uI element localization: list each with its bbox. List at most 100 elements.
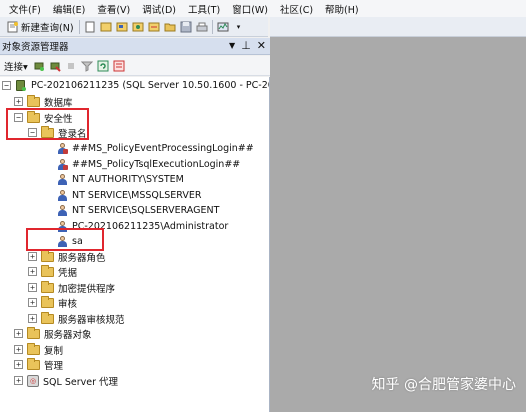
folder-icon	[27, 326, 40, 339]
expand-icon[interactable]: +	[14, 360, 23, 370]
login-icon	[57, 142, 68, 155]
tree-node-management[interactable]: + 管理	[14, 357, 63, 373]
menu-edit[interactable]: 编辑(E)	[47, 2, 91, 16]
expand-icon[interactable]: +	[28, 298, 37, 308]
tree-node-login[interactable]: ##MS_PolicyEventProcessingLogin##	[57, 141, 254, 157]
menu-tools[interactable]: 工具(T)	[182, 2, 226, 16]
sql-agent-icon: ◎	[27, 374, 39, 387]
highlight-box-security	[6, 108, 89, 140]
login-label: NT SERVICE\MSSQLSERVER	[72, 190, 202, 202]
stop-icon[interactable]	[64, 59, 78, 72]
folder-icon	[27, 342, 40, 355]
login-label: NT AUTHORITY\SYSTEM	[72, 174, 184, 186]
login-label: NT SERVICE\SQLSERVERAGENT	[72, 205, 220, 217]
folder-icon	[41, 295, 54, 308]
tree-node-login[interactable]: NT AUTHORITY\SYSTEM	[57, 172, 184, 188]
tree-node-replication[interactable]: + 复制	[14, 342, 63, 358]
highlight-box-sa	[26, 228, 104, 251]
close-icon[interactable]: ✕	[257, 39, 266, 52]
login-icon	[57, 204, 68, 217]
toolbar-separator	[78, 19, 80, 34]
server-label: PC-202106211235 (SQL Server 10.50.1600 -…	[31, 80, 269, 92]
object-explorer-title-bar: 对象资源管理器 ▼ ⊥ ✕	[0, 38, 270, 55]
folder-icon	[41, 264, 54, 277]
folder-icon	[41, 249, 54, 262]
refresh-icon[interactable]	[96, 59, 110, 72]
dropdown-arrow-icon[interactable]: ▼	[229, 41, 235, 52]
server-icon	[15, 79, 27, 92]
expand-icon[interactable]: +	[14, 376, 23, 386]
menu-window[interactable]: 窗口(W)	[226, 2, 274, 16]
folder-icon	[27, 94, 40, 107]
folder-icon	[41, 280, 54, 293]
crypto-providers-label: 加密提供程序	[58, 283, 116, 295]
tree-node-credentials[interactable]: + 凭据	[28, 264, 77, 280]
filter-icon[interactable]	[80, 59, 94, 72]
connect-button[interactable]: 连接▾	[1, 58, 31, 74]
tree-node-server[interactable]: − PC-202106211235 (SQL Server 10.50.1600…	[2, 78, 269, 94]
expand-icon[interactable]: +	[14, 329, 23, 339]
menu-view[interactable]: 查看(V)	[91, 2, 136, 16]
xmla-query-icon[interactable]	[147, 20, 161, 33]
server-objects-label: 服务器对象	[44, 329, 92, 341]
menu-file[interactable]: 文件(F)	[3, 2, 47, 16]
tree-node-login[interactable]: NT SERVICE\SQLSERVERAGENT	[57, 203, 219, 219]
toolbar-separator	[211, 19, 213, 34]
db-query-icon[interactable]	[99, 20, 113, 33]
new-query-icon	[6, 20, 20, 33]
server-roles-label: 服务器角色	[58, 252, 106, 264]
mdx-query-icon[interactable]	[115, 20, 129, 33]
tree-node-server-roles[interactable]: + 服务器角色	[28, 249, 106, 265]
menu-debug[interactable]: 调试(D)	[136, 2, 182, 16]
server-audit-specs-label: 服务器审核规范	[58, 314, 125, 326]
folder-icon	[41, 311, 54, 324]
expand-icon[interactable]: +	[14, 97, 23, 107]
tree-node-login[interactable]: NT SERVICE\MSSQLSERVER	[57, 188, 201, 204]
expand-icon[interactable]: +	[28, 314, 37, 324]
replication-label: 复制	[44, 345, 64, 357]
tree-node-server-audit-specs[interactable]: + 服务器审核规范	[28, 311, 125, 327]
document-area	[270, 17, 526, 412]
main-toolbar: 新建查询(N) ▾	[0, 17, 268, 37]
management-label: 管理	[44, 360, 64, 372]
login-label: ##MS_PolicyEventProcessingLogin##	[72, 143, 254, 155]
tree-node-sql-agent[interactable]: + ◎ SQL Server 代理	[14, 373, 118, 389]
new-query-button[interactable]: 新建查询(N)	[2, 19, 77, 35]
expand-icon[interactable]: +	[14, 345, 23, 355]
collapse-icon[interactable]: −	[2, 81, 11, 91]
tree-node-crypto-providers[interactable]: + 加密提供程序	[28, 280, 115, 296]
databases-label: 数据库	[44, 97, 73, 109]
login-icon	[57, 173, 68, 186]
file-icon[interactable]	[83, 20, 97, 33]
tree-node-audits[interactable]: + 审核	[28, 295, 77, 311]
pin-icon[interactable]: ⊥	[241, 39, 251, 52]
toolbar-overflow-icon[interactable]: ▾	[232, 20, 246, 33]
login-label: ##MS_PolicyTsqlExecutionLogin##	[72, 159, 241, 171]
dmx-query-icon[interactable]	[131, 20, 145, 33]
menu-bar: 文件(F) 编辑(E) 查看(V) 调试(D) 工具(T) 窗口(W) 社区(C…	[0, 0, 526, 17]
disconnect-icon[interactable]	[48, 59, 62, 72]
activity-monitor-icon[interactable]	[216, 20, 230, 33]
login-icon	[57, 158, 68, 171]
document-toolbar	[270, 17, 526, 37]
save-icon[interactable]	[179, 20, 193, 33]
tree-node-login[interactable]: ##MS_PolicyTsqlExecutionLogin##	[57, 157, 240, 173]
print-icon[interactable]	[195, 20, 209, 33]
object-explorer-toolbar: 连接▾	[0, 56, 270, 76]
connect-icon[interactable]	[32, 59, 46, 72]
expand-icon[interactable]: +	[28, 252, 37, 262]
expand-icon[interactable]: +	[28, 283, 37, 293]
open-folder-icon[interactable]	[163, 20, 177, 33]
tree-node-server-objects[interactable]: + 服务器对象	[14, 326, 92, 342]
watermark: 知乎 @合肥管家婆中心	[371, 377, 516, 393]
expand-icon[interactable]: +	[28, 267, 37, 277]
credentials-label: 凭据	[58, 267, 78, 279]
new-query-label: 新建查询(N)	[21, 22, 74, 34]
menu-help[interactable]: 帮助(H)	[319, 2, 365, 16]
folder-icon	[27, 357, 40, 370]
sql-agent-label: SQL Server 代理	[43, 376, 118, 388]
menu-community[interactable]: 社区(C)	[274, 2, 319, 16]
object-explorer-title: 对象资源管理器	[2, 42, 69, 53]
audits-label: 审核	[58, 298, 78, 310]
summary-icon[interactable]	[112, 59, 126, 72]
